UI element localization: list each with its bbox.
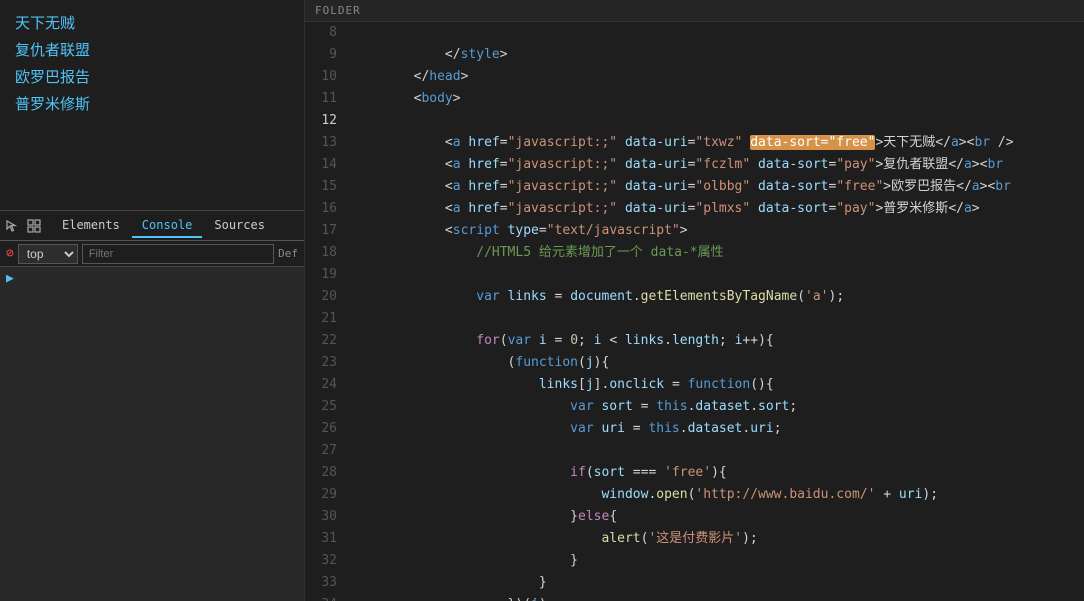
code-line-21: for(var i = 0; i < links.length; i++){ [351,308,1084,330]
ln-18: 18 [313,242,337,264]
ln-30: 30 [313,506,337,528]
console-prompt-area: ▶ [0,267,304,290]
no-entry-icon[interactable]: ⊘ [6,246,14,261]
prompt-arrow-icon: ▶ [6,271,14,286]
code-lines: </style> </head> <body> <a href="javascr… [345,22,1084,601]
ln-32: 32 [313,550,337,572]
ln-16: 16 [313,198,337,220]
filter-input[interactable] [82,244,274,264]
left-panel: 天下无贼 复仇者联盟 欧罗巴报告 普罗米修斯 [0,0,305,601]
cursor-icon[interactable] [4,218,20,234]
ln-33: 33 [313,572,337,594]
tab-elements[interactable]: Elements [52,214,130,238]
ln-22: 22 [313,330,337,352]
code-line-11 [351,88,1084,110]
ln-9: 9 [313,44,337,66]
devtools-panel: Elements Console Sources ⊘ top Def ▶ [0,211,304,601]
tab-sources[interactable]: Sources [204,214,275,238]
ln-34: 34 [313,594,337,601]
code-line-12: <a href="javascript:;" data-uri="txwz" d… [351,110,1084,132]
line-numbers: 8 9 10 11 12 13 14 15 16 17 18 19 20 21 … [305,22,345,601]
ln-12: 12 [313,110,337,132]
devtools-tab-bar: Elements Console Sources [0,211,304,241]
ln-11: 11 [313,88,337,110]
code-area[interactable]: 8 9 10 11 12 13 14 15 16 17 18 19 20 21 … [305,22,1084,601]
ln-20: 20 [313,286,337,308]
code-line-19: var links = document.getElementsByTagNam… [351,264,1084,286]
ln-27: 27 [313,440,337,462]
ln-25: 25 [313,396,337,418]
preview-area: 天下无贼 复仇者联盟 欧罗巴报告 普罗米修斯 [0,0,304,211]
tab-console[interactable]: Console [132,214,203,238]
link-olbbg[interactable]: 欧罗巴报告 [15,64,289,91]
ln-17: 17 [313,220,337,242]
ln-28: 28 [313,462,337,484]
ln-24: 24 [313,374,337,396]
code-line-8: </style> [351,22,1084,44]
folder-label: FOLDER [315,4,361,17]
inspect-icon[interactable] [26,218,42,234]
default-levels-label: Def [278,247,298,260]
code-panel: FOLDER 8 9 10 11 12 13 14 15 16 17 18 19… [305,0,1084,601]
ln-29: 29 [313,484,337,506]
ln-14: 14 [313,154,337,176]
ln-8: 8 [313,22,337,44]
folder-bar: FOLDER [305,0,1084,22]
link-txwz[interactable]: 天下无贼 [15,10,289,37]
ln-15: 15 [313,176,337,198]
console-toolbar: ⊘ top Def [0,241,304,267]
context-selector[interactable]: top [18,244,78,264]
ln-21: 21 [313,308,337,330]
ln-19: 19 [313,264,337,286]
link-plmxs[interactable]: 普罗米修斯 [15,91,289,118]
ln-31: 31 [313,528,337,550]
link-fczlm[interactable]: 复仇者联盟 [15,37,289,64]
devtools-icons [4,218,42,234]
ln-23: 23 [313,352,337,374]
ln-13: 13 [313,132,337,154]
ln-10: 10 [313,66,337,88]
ln-26: 26 [313,418,337,440]
code-line-27: if(sort === 'free'){ [351,440,1084,462]
